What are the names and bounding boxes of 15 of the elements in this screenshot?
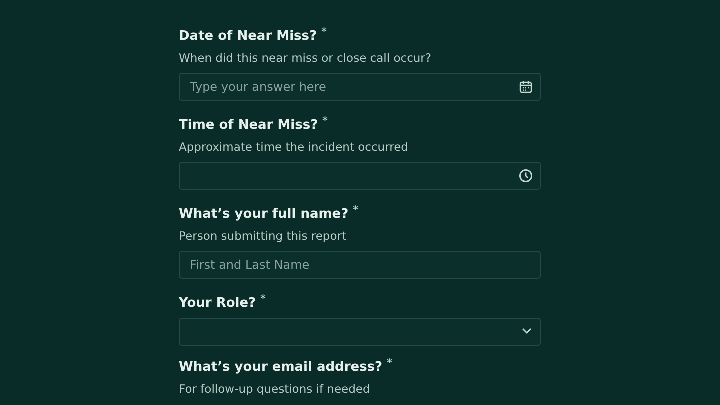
help-text: For follow-up questions if needed: [179, 381, 372, 398]
input-field[interactable]: First and Last Name: [179, 251, 541, 279]
help-text: When did this near miss or close call occur?: [179, 50, 433, 67]
clock-icon[interactable]: [519, 169, 533, 183]
calendar-icon[interactable]: [519, 80, 533, 94]
input-field[interactable]: Type your answer here: [179, 73, 541, 101]
question-label: Date of Near Miss? $^{*}$: [179, 27, 328, 46]
question-label: What’s your full name? $^{*}$: [179, 205, 360, 224]
help-text: Approximate time the incident occurred: [179, 139, 410, 156]
question-label: Time of Near Miss? $^{*}$: [179, 116, 329, 135]
question-label: Your Role? $^{*}$: [179, 294, 267, 313]
help-text: Person submitting this report: [179, 228, 348, 245]
input-field[interactable]: [179, 162, 541, 190]
dropdown-field[interactable]: [179, 318, 541, 346]
question-label: What’s your email address? $^{*}$: [179, 358, 394, 377]
